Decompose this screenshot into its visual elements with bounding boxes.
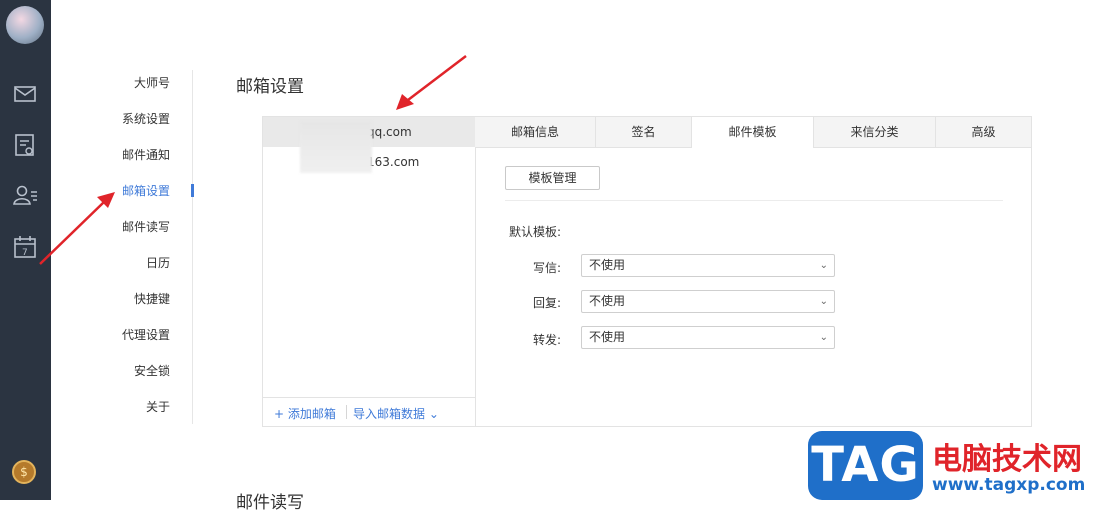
tab-signature[interactable]: 签名: [596, 117, 692, 147]
nav-item-shortcuts[interactable]: 快捷键: [134, 290, 170, 307]
default-template-label: 默认模板:: [509, 225, 562, 239]
nav-item-mailbox-settings[interactable]: 邮箱设置: [122, 182, 170, 199]
next-section-title: 邮件读写: [236, 493, 304, 513]
redacted-block: [300, 121, 372, 173]
forward-template-select[interactable]: 不使用 ⌄: [581, 326, 835, 349]
account-actions: + 添加邮箱 导入邮箱数据 ⌄: [263, 397, 475, 427]
nav-item-mail-read-write[interactable]: 邮件读写: [122, 218, 170, 235]
tab-mail-category[interactable]: 来信分类: [814, 117, 936, 147]
nav-item-security-lock[interactable]: 安全锁: [134, 362, 170, 379]
nav-item-calendar[interactable]: 日历: [146, 254, 170, 271]
watermark-site-name: 电脑技术网: [932, 442, 1082, 477]
reply-label: 回复:: [533, 296, 562, 310]
nav-item-proxy-settings[interactable]: 代理设置: [122, 326, 170, 343]
account-list: @qq.com @163.com + 添加邮箱 导入邮箱数据 ⌄: [263, 117, 476, 426]
tab-advanced[interactable]: 高级: [936, 117, 1031, 147]
chevron-down-icon: ⌄: [819, 332, 828, 343]
compose-label: 写信:: [533, 261, 562, 275]
divider: [346, 405, 347, 419]
page-title: 邮箱设置: [236, 77, 304, 97]
reply-template-select[interactable]: 不使用 ⌄: [581, 290, 835, 313]
nav-item-about[interactable]: 关于: [146, 398, 170, 415]
template-manage-button[interactable]: 模板管理: [505, 166, 600, 190]
forward-label: 转发:: [533, 333, 562, 347]
divider: [505, 200, 1003, 201]
notes-icon[interactable]: [12, 132, 38, 158]
app-sidebar: 7 $: [0, 0, 51, 500]
compose-template-value: 不使用: [589, 258, 626, 272]
site-watermark: TAG 电脑技术网 www.tagxp.com: [808, 431, 1098, 500]
forward-template-value: 不使用: [589, 330, 626, 344]
tag-logo: TAG: [808, 431, 923, 500]
nav-item-mail-notification[interactable]: 邮件通知: [122, 146, 170, 163]
mailbox-settings-panel: @qq.com @163.com + 添加邮箱 导入邮箱数据 ⌄ 邮箱信息 签名…: [262, 116, 1032, 427]
chevron-down-icon: ⌄: [819, 296, 828, 307]
calendar-day: 7: [22, 248, 28, 258]
add-mailbox-link[interactable]: + 添加邮箱: [274, 405, 336, 422]
coin-icon[interactable]: $: [12, 460, 36, 484]
mail-icon[interactable]: [12, 81, 38, 107]
tab-mail-template[interactable]: 邮件模板: [692, 117, 814, 148]
import-mailbox-data-link[interactable]: 导入邮箱数据 ⌄: [353, 405, 439, 422]
arrow-to-title: [396, 55, 467, 110]
chevron-down-icon: ⌄: [819, 260, 828, 271]
coin-symbol: $: [20, 465, 28, 479]
settings-nav: 大师号 系统设置 邮件通知 邮箱设置 邮件读写 日历 快捷键 代理设置 安全锁 …: [100, 70, 194, 424]
nav-item-system-settings[interactable]: 系统设置: [122, 110, 170, 127]
calendar-icon[interactable]: 7: [12, 234, 38, 260]
watermark-url: www.tagxp.com: [932, 475, 1086, 495]
nav-item-master-account[interactable]: 大师号: [134, 74, 170, 91]
compose-template-select[interactable]: 不使用 ⌄: [581, 254, 835, 277]
contacts-icon[interactable]: [12, 182, 38, 208]
tab-mailbox-info[interactable]: 邮箱信息: [475, 117, 596, 147]
reply-template-value: 不使用: [589, 294, 626, 308]
avatar[interactable]: [6, 6, 44, 44]
nav-active-indicator: [191, 184, 194, 197]
settings-tabs: 邮箱信息 签名 邮件模板 来信分类 高级: [475, 117, 1031, 148]
